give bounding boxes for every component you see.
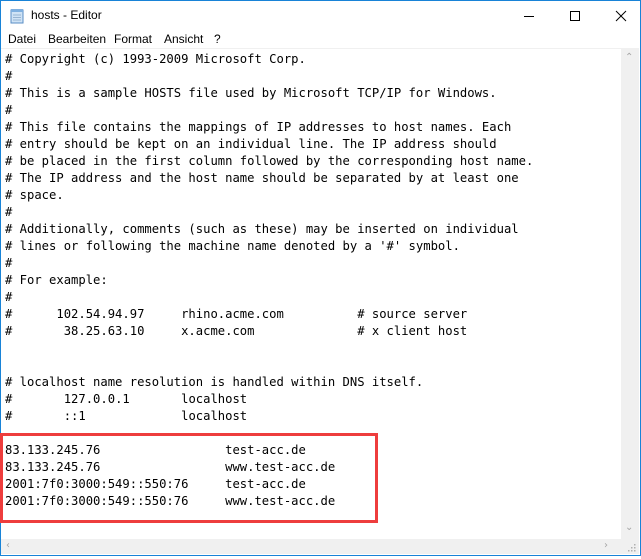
text-line: # Additionally, comments (such as these)… (5, 222, 519, 236)
text-line: 2001:7f0:3000:549::550:76 www.test-acc.d… (5, 494, 336, 508)
text-line: # lines or following the machine name de… (5, 239, 460, 253)
text-line: # space. (5, 188, 64, 202)
text-line: # be placed in the first column followed… (5, 154, 534, 168)
text-line: # This is a sample HOSTS file used by Mi… (5, 86, 497, 100)
resize-grip-icon (628, 544, 636, 552)
scroll-up-icon[interactable]: ⌃ (625, 52, 633, 63)
text-line: # (5, 256, 13, 270)
menu-ansicht[interactable]: Ansicht (164, 32, 203, 46)
text-line: # 127.0.0.1 localhost (5, 392, 248, 406)
text-line: 2001:7f0:3000:549::550:76 test-acc.de (5, 477, 306, 491)
text-line: 83.133.245.76 www.test-acc.de (5, 460, 336, 474)
menu-bar: Datei Bearbeiten Format Ansicht ? (1, 31, 640, 49)
text-line: # (5, 103, 13, 117)
text-line: # (5, 69, 13, 83)
text-line: # entry should be kept on an individual … (5, 137, 497, 151)
horizontal-scrollbar[interactable]: ‹ › (1, 539, 621, 554)
text-line: # 38.25.63.10 x.acme.com # x client host (5, 324, 468, 338)
menu-bearbeiten[interactable]: Bearbeiten (48, 32, 106, 46)
title-bar[interactable]: hosts - Editor (1, 1, 640, 31)
text-line: # Copyright (c) 1993-2009 Microsoft Corp… (5, 52, 306, 66)
resize-grip[interactable] (621, 539, 639, 554)
text-line: # For example: (5, 273, 108, 287)
scroll-down-icon[interactable]: ⌄ (625, 522, 633, 533)
text-line: # localhost name resolution is handled w… (5, 375, 424, 389)
text-line: # (5, 205, 13, 219)
close-icon (615, 10, 627, 22)
text-line: # This file contains the mappings of IP … (5, 120, 512, 134)
text-line: # (5, 290, 13, 304)
minimize-button[interactable] (506, 1, 552, 31)
text-editor-area[interactable]: # Copyright (c) 1993-2009 Microsoft Corp… (1, 48, 621, 540)
menu-datei[interactable]: Datei (8, 32, 36, 46)
scroll-right-icon[interactable]: › (604, 540, 608, 551)
notepad-icon (10, 9, 24, 24)
maximize-icon (570, 11, 580, 21)
text-line: # 102.54.94.97 rhino.acme.com # source s… (5, 307, 468, 321)
scroll-left-icon[interactable]: ‹ (6, 540, 10, 551)
close-button[interactable] (598, 1, 641, 31)
maximize-button[interactable] (552, 1, 598, 31)
vertical-scrollbar[interactable]: ⌃ ⌄ (621, 48, 639, 539)
menu-help[interactable]: ? (214, 32, 221, 46)
window-title: hosts - Editor (31, 8, 102, 22)
text-line: # ::1 localhost (5, 409, 248, 423)
text-line: 83.133.245.76 test-acc.de (5, 443, 306, 457)
menu-format[interactable]: Format (114, 32, 152, 46)
text-line: # The IP address and the host name shoul… (5, 171, 519, 185)
minimize-icon (524, 16, 534, 17)
